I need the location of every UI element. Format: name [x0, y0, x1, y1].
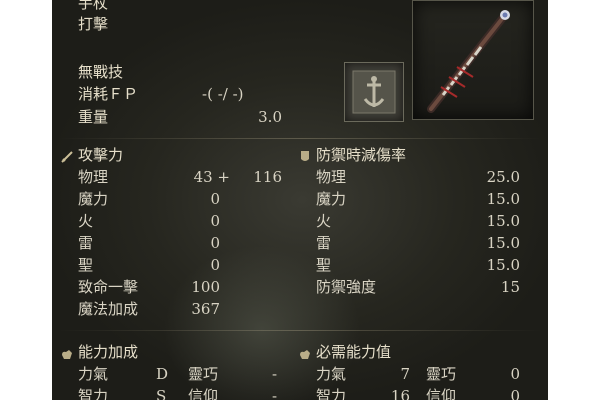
guard-row-label: 雷: [316, 234, 332, 252]
guard-row-value: 15: [500, 278, 520, 296]
scaling-header: 能力加成: [78, 343, 139, 361]
attack-row-value: 0: [210, 234, 220, 252]
guard-row-label: 防禦強度: [316, 278, 377, 296]
scaling-stat-name: 力氣: [78, 365, 109, 383]
attack-row-label: 聖: [78, 256, 94, 274]
requirements-header: 必需能力值: [316, 343, 392, 361]
requirement-value: 16: [390, 387, 410, 400]
weapon-skill: 無戰技: [78, 63, 124, 81]
attack-row-extra: 116: [253, 168, 282, 186]
weapon-category: 手杖: [78, 0, 109, 12]
attack-row-value: 367: [191, 300, 220, 318]
scaling-stat-name: 信仰: [188, 387, 219, 400]
scaling-grade: -: [272, 365, 278, 383]
attack-row-value: 43 +: [193, 168, 230, 186]
hand-icon: [60, 346, 74, 360]
requirement-value: 7: [400, 365, 410, 383]
guard-row-value: 15.0: [486, 190, 520, 208]
requirement-stat-name: 靈巧: [426, 365, 457, 383]
weight-label: 重量: [78, 108, 109, 126]
guard-row-label: 火: [316, 212, 332, 230]
guard-row-label: 魔力: [316, 190, 347, 208]
scaling-stat-name: 智力: [78, 387, 109, 400]
requirement-stat-name: 信仰: [426, 387, 457, 400]
attack-row-label: 魔法加成: [78, 300, 139, 318]
guard-row-value: 15.0: [486, 234, 520, 252]
staff-icon: [412, 0, 534, 120]
scaling-grade: -: [272, 387, 278, 400]
attack-row-value: 0: [210, 190, 220, 208]
scaling-grade: S: [156, 387, 167, 400]
requirement-value: 0: [510, 365, 520, 383]
attack-row-label: 火: [78, 212, 94, 230]
divider-bottom: [58, 330, 542, 331]
attack-row-value: 0: [210, 212, 220, 230]
attack-row-label: 物理: [78, 168, 109, 186]
hand-icon: [298, 346, 312, 360]
divider-top: [58, 138, 542, 139]
guard-row-value: 15.0: [486, 256, 520, 274]
attack-row-value: 0: [210, 256, 220, 274]
fp-cost-value: -( -/ -): [202, 85, 244, 103]
guard-row-value: 25.0: [486, 168, 520, 186]
guard-header: 防禦時減傷率: [316, 146, 407, 164]
guard-row-label: 聖: [316, 256, 332, 274]
requirement-value: 0: [510, 387, 520, 400]
scaling-grade: D: [156, 365, 169, 383]
guard-row-value: 15.0: [486, 212, 520, 230]
anchor-skill-icon: [344, 62, 404, 122]
attack-header: 攻擊力: [78, 146, 124, 164]
weight-value: 3.0: [258, 108, 282, 126]
fp-cost-label: 消耗ＦＰ: [78, 85, 139, 103]
attack-row-label: 魔力: [78, 190, 109, 208]
sword-icon: [60, 149, 74, 163]
attack-row-label: 雷: [78, 234, 94, 252]
weapon-attack-type: 打擊: [78, 15, 109, 33]
scaling-stat-name: 靈巧: [188, 365, 219, 383]
shield-icon: [298, 149, 312, 163]
guard-row-label: 物理: [316, 168, 347, 186]
attack-row-label: 致命一擊: [78, 278, 139, 296]
attack-row-value: 100: [191, 278, 220, 296]
requirement-stat-name: 力氣: [316, 365, 347, 383]
weapon-status-panel: 手杖 打擊 無戰技 消耗ＦＰ -( -/ -) 重量 3.0 攻擊力 物理 43…: [52, 0, 548, 400]
requirement-stat-name: 智力: [316, 387, 347, 400]
